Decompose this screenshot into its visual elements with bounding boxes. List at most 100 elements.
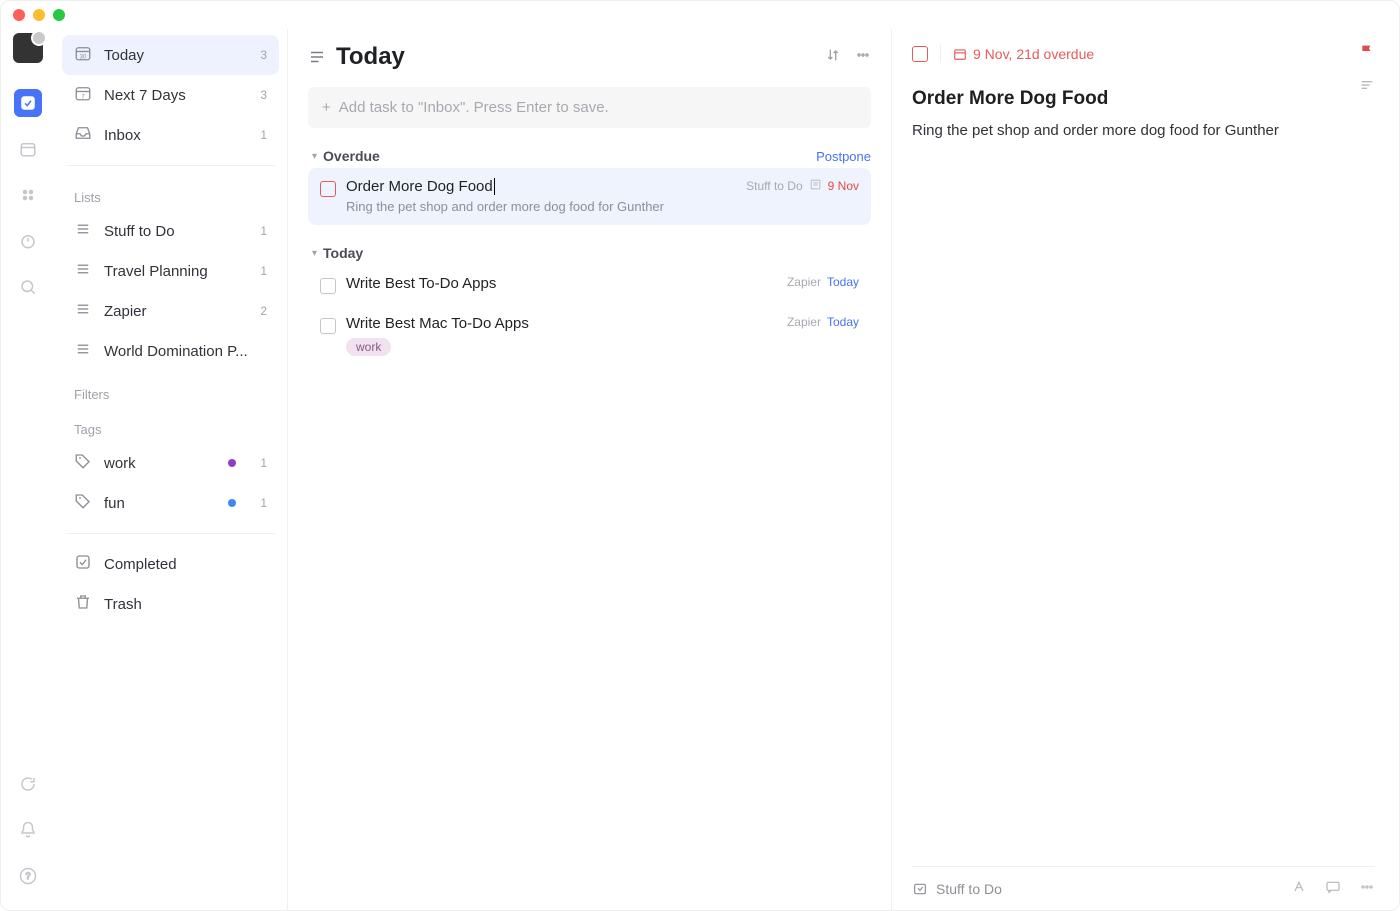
comment-icon[interactable] xyxy=(1325,879,1341,898)
task-checkbox[interactable] xyxy=(320,181,336,197)
more-icon[interactable] xyxy=(855,47,871,68)
sidebar-item-completed[interactable]: Completed xyxy=(62,544,279,584)
sidebar-item-next7[interactable]: 7Next 7 Days3 xyxy=(62,75,279,115)
list-icon xyxy=(74,300,92,322)
priority-flag-icon[interactable] xyxy=(1359,43,1375,64)
sidebar-list-item[interactable]: Stuff to Do 1 xyxy=(62,211,279,251)
check-square-icon xyxy=(74,553,92,575)
sidebar-item-label: Zapier xyxy=(104,303,147,320)
task-list-pane: Today + Add task to "Inbox". Press Enter… xyxy=(288,29,892,910)
item-count: 1 xyxy=(260,128,267,142)
task-meta: Zapier Today xyxy=(787,315,859,329)
sidebar-list-item[interactable]: Zapier 2 xyxy=(62,291,279,331)
task-list-label: Zapier xyxy=(787,315,821,329)
sort-icon[interactable] xyxy=(825,47,841,68)
item-count: 1 xyxy=(260,456,267,470)
sidebar-list-item[interactable]: Travel Planning1 xyxy=(62,251,279,291)
svg-text:30: 30 xyxy=(80,54,87,60)
task-description[interactable]: Ring the pet shop and order more dog foo… xyxy=(912,120,1375,141)
task-row[interactable]: Write Best Mac To-Do Apps work Zapier Today xyxy=(308,305,871,367)
task-list-label: Zapier xyxy=(787,275,821,289)
task-row[interactable]: Order More Dog FoodRing the pet shop and… xyxy=(308,168,871,225)
calendar-module-icon[interactable] xyxy=(14,135,42,163)
group-title: Overdue xyxy=(323,148,380,164)
task-title[interactable]: Order More Dog Food xyxy=(912,88,1108,110)
task-checkbox[interactable] xyxy=(320,318,336,334)
divider xyxy=(940,45,941,63)
task-date: Today xyxy=(827,315,859,329)
tasks-module-icon[interactable] xyxy=(14,89,42,117)
list-settings-icon[interactable] xyxy=(308,48,326,66)
sidebar-item-label: Travel Planning xyxy=(104,263,208,280)
item-count: 3 xyxy=(260,88,267,102)
sidebar-list-item[interactable]: World Domination P... xyxy=(62,331,279,371)
help-icon[interactable]: ? xyxy=(14,862,42,890)
sidebar-item-trash[interactable]: Trash xyxy=(62,584,279,624)
divider xyxy=(66,533,275,534)
outline-icon[interactable] xyxy=(1359,77,1375,98)
sidebar-item-label: work xyxy=(104,455,136,472)
pomo-module-icon[interactable] xyxy=(14,227,42,255)
avatar[interactable] xyxy=(13,33,43,63)
sidebar-item-label: Stuff to Do xyxy=(104,223,175,240)
sidebar-tag-item[interactable]: fun 1 xyxy=(62,483,279,523)
list-icon xyxy=(74,260,92,282)
sidebar-item-today[interactable]: 30Today3 xyxy=(62,35,279,75)
sidebar-item-label: Today xyxy=(104,47,144,64)
chevron-down-icon: ▾ xyxy=(312,248,317,259)
item-count: 1 xyxy=(260,496,267,510)
filters-header: Filters xyxy=(74,387,275,402)
maximize-window-icon[interactable] xyxy=(53,9,65,21)
sidebar-item-label: fun xyxy=(104,495,125,512)
more-icon[interactable] xyxy=(1359,879,1375,898)
task-checkbox[interactable] xyxy=(320,278,336,294)
task-parent-list[interactable]: Stuff to Do xyxy=(936,881,1002,897)
sidebar-item-label: World Domination P... xyxy=(104,343,248,360)
item-count: 1 xyxy=(260,224,267,238)
task-detail-pane: 9 Nov, 21d overdue Order More Dog Food R… xyxy=(892,29,1399,910)
divider xyxy=(66,165,275,166)
task-group-header[interactable]: ▾ Today xyxy=(312,245,871,261)
window-controls[interactable] xyxy=(1,1,1399,29)
tag-color-dot xyxy=(228,459,236,467)
postpone-button[interactable]: Postpone xyxy=(816,149,871,164)
task-title: Write Best To-Do Apps xyxy=(346,275,777,292)
task-tag[interactable]: work xyxy=(346,338,391,356)
task-row[interactable]: Write Best To-Do AppsZapierToday xyxy=(308,265,871,305)
app-rail: ? xyxy=(1,29,56,910)
task-date-button[interactable]: 9 Nov, 21d overdue xyxy=(953,46,1094,62)
move-list-icon[interactable] xyxy=(912,881,928,897)
close-window-icon[interactable] xyxy=(13,9,25,21)
chevron-down-icon: ▾ xyxy=(312,151,317,162)
group-title: Today xyxy=(323,245,363,261)
task-group-header[interactable]: ▾ Overdue Postpone xyxy=(312,148,871,164)
sidebar: 30Today37Next 7 Days3Inbox1 Lists Stuff … xyxy=(56,29,288,910)
sync-icon[interactable] xyxy=(14,770,42,798)
list-icon xyxy=(74,340,92,362)
tag-icon xyxy=(74,452,92,474)
notifications-icon[interactable] xyxy=(14,816,42,844)
sidebar-item-label: Trash xyxy=(104,596,142,613)
tags-header: Tags xyxy=(74,422,275,437)
tag-icon xyxy=(74,492,92,514)
minimize-window-icon[interactable] xyxy=(33,9,45,21)
add-task-input[interactable]: + Add task to "Inbox". Press Enter to sa… xyxy=(308,87,871,128)
sidebar-item-label: Completed xyxy=(104,556,177,573)
apps-module-icon[interactable] xyxy=(14,181,42,209)
list-icon xyxy=(74,220,92,242)
svg-text:?: ? xyxy=(25,871,30,881)
sidebar-item-inbox[interactable]: Inbox 1 xyxy=(62,115,279,155)
search-icon[interactable] xyxy=(14,273,42,301)
sidebar-tag-item[interactable]: work 1 xyxy=(62,443,279,483)
tag-color-dot xyxy=(228,499,236,507)
plus-icon: + xyxy=(322,99,331,116)
sidebar-item-label: Inbox xyxy=(104,127,141,144)
font-icon[interactable] xyxy=(1291,879,1307,898)
add-task-placeholder: Add task to "Inbox". Press Enter to save… xyxy=(339,99,609,116)
task-complete-checkbox[interactable] xyxy=(912,46,928,62)
task-title: Write Best Mac To-Do Apps xyxy=(346,315,777,332)
task-meta: Stuff to Do9 Nov xyxy=(746,178,859,194)
item-count: 2 xyxy=(260,304,267,318)
task-date-text: 9 Nov, 21d overdue xyxy=(973,46,1094,62)
task-list-label: Stuff to Do xyxy=(746,179,802,193)
